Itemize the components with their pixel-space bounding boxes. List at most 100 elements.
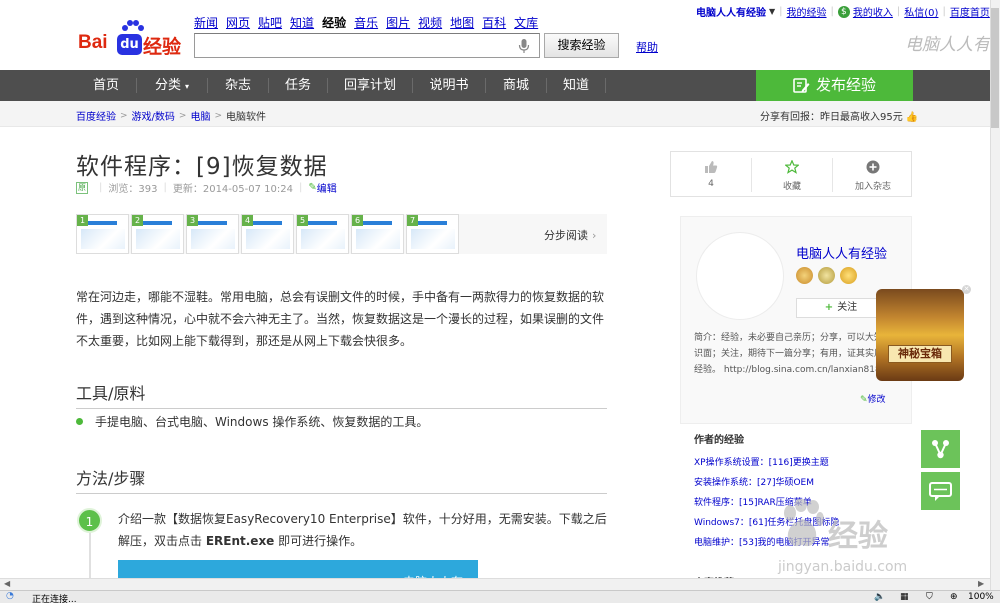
search-button[interactable]: 搜索经验 (544, 33, 619, 58)
article-action-box: 4 收藏 加入杂志 (670, 151, 912, 197)
favorite-label: 收藏 (782, 182, 801, 192)
logo-text-du: du (117, 34, 142, 55)
breadcrumb-games[interactable]: 游戏/数码 (132, 108, 175, 123)
baidu-jingyan-watermark: 经验 jingyan.baidu.com (768, 493, 993, 583)
nav-tasks[interactable]: 任务 (269, 70, 327, 101)
dropdown-arrow-icon[interactable]: ▼ (769, 7, 775, 16)
step-thumbnail[interactable]: 7 (406, 214, 459, 254)
top-nav-jingyan[interactable]: 经验 (322, 14, 346, 31)
baidu-logo[interactable]: Bai du 经验 (76, 18, 186, 60)
nav-home[interactable]: 首页 (76, 70, 136, 101)
treasure-label: 神秘宝箱 (888, 345, 952, 363)
nav-manuals[interactable]: 说明书 (413, 70, 485, 101)
scroll-right-icon[interactable]: ▶ (978, 579, 984, 588)
chevron-right-icon: > (178, 110, 187, 121)
top-nav-images[interactable]: 图片 (386, 14, 410, 31)
top-nav-map[interactable]: 地图 (450, 14, 474, 31)
top-nav-video[interactable]: 视频 (418, 14, 442, 31)
top-nav-web[interactable]: 网页 (226, 14, 250, 31)
publish-experience-button[interactable]: 发布经验 (756, 70, 913, 101)
help-link[interactable]: 帮助 (636, 39, 658, 55)
header: Bai du 经验 新闻 网页 贴吧 知道 经验 音乐 图片 视频 地图 百科 … (0, 0, 990, 70)
step-thumbnail[interactable]: 1 (76, 214, 129, 254)
author-works-title: 作者的经验 (694, 435, 744, 446)
shield-icon[interactable]: ⛉ (926, 592, 936, 602)
vertical-scroll-thumb[interactable] (991, 8, 999, 128)
baidu-paw-icon (784, 499, 824, 547)
top-nav-tieba[interactable]: 贴吧 (258, 14, 282, 31)
nav-mall[interactable]: 商城 (486, 70, 546, 101)
user-name-link[interactable]: 电脑人人有经验 (696, 4, 766, 19)
speaker-icon[interactable]: 🔈 (874, 592, 885, 602)
paw-icon (122, 20, 144, 34)
top-nav-zhidao[interactable]: 知道 (290, 14, 314, 31)
edit-bio-label: 修改 (867, 395, 886, 405)
status-text: 正在连接... (32, 595, 77, 605)
edit-link[interactable]: 编辑 (317, 180, 337, 195)
breadcrumb-jingyan[interactable]: 百度经验 (76, 108, 116, 123)
status-bar: ◔ 正在连接... 🔈 ▦ ⛉ ⊕ 100% (0, 590, 1000, 605)
step-thumbnail[interactable]: 5 (296, 214, 349, 254)
search-input[interactable] (194, 33, 540, 58)
step-view-label: 分步阅读 (544, 229, 588, 242)
plus-icon: + (824, 302, 834, 313)
share-promo-value: 昨日最高收入95元 (820, 112, 903, 123)
treasure-chest-promo[interactable]: 神秘宝箱 ✕ (870, 285, 971, 385)
tool-list-item: 手提电脑、台式电脑、Windows 操作系统、恢复数据的工具。 (76, 413, 428, 430)
zoom-level[interactable]: 100% (968, 592, 994, 602)
publish-label: 发布经验 (815, 76, 876, 94)
share-promo[interactable]: 分享有回报：昨日最高收入95元 👍 (760, 108, 918, 123)
share-icon (932, 440, 949, 459)
tool-item-text: 手提电脑、台式电脑、Windows 操作系统、恢复数据的工具。 (95, 415, 429, 429)
top-nav-music[interactable]: 音乐 (354, 14, 378, 31)
scroll-left-icon[interactable]: ◀ (4, 579, 10, 588)
user-bar: 电脑人人有经验 ▼ | 我的经验 | $ 我的收入 | 私信(0) | 百度首页 (696, 4, 990, 19)
step-thumbnail[interactable]: 4 (241, 214, 294, 254)
nav-zhidao[interactable]: 知道 (547, 70, 605, 101)
vote-count: 4 (708, 179, 714, 189)
my-experience-link[interactable]: 我的经验 (787, 4, 827, 19)
step-1-filename: EREnt.exe (205, 534, 275, 548)
author-avatar[interactable] (696, 232, 784, 320)
top-nav-baike[interactable]: 百科 (482, 14, 506, 31)
microphone-icon[interactable] (518, 38, 530, 54)
step-thumbnail-number: 1 (77, 215, 88, 226)
star-icon (785, 160, 799, 174)
step-thumbnail[interactable]: 6 (351, 214, 404, 254)
zoom-icon[interactable]: ⊕ (950, 592, 960, 602)
add-to-magazine-button[interactable]: 加入杂志 (833, 152, 913, 198)
share-promo-label: 分享有回报： (760, 112, 820, 123)
follow-label: 关注 (837, 302, 858, 313)
baidu-home-link[interactable]: 百度首页 (950, 4, 990, 19)
breadcrumb-computer[interactable]: 电脑 (190, 108, 210, 123)
crown-badge-icon[interactable] (840, 267, 857, 284)
top-nav-news[interactable]: 新闻 (194, 14, 218, 31)
horizontal-scrollbar[interactable]: ◀ ▶ (0, 578, 990, 590)
messages-link[interactable]: 私信(0) (904, 4, 938, 19)
author-bio: 简介：经验，未必要自己亲历；分享，可以大知识面；关注，期待下一篇分享；有用，证其… (694, 333, 884, 375)
original-badge: 原 (76, 181, 88, 194)
my-income-link[interactable]: 我的收入 (853, 4, 893, 19)
step-thumbnail-strip: 1 2 3 4 5 6 7 (76, 214, 607, 254)
top-nav-wenku[interactable]: 文库 (514, 14, 538, 31)
author-name[interactable]: 电脑人人有经验 (796, 243, 887, 262)
article-meta: 原 | 浏览：393 | 更新：2014-05-07 10:24 | ✎ 编辑 (76, 180, 337, 195)
edit-bio-link[interactable]: ✎修改 (860, 392, 886, 405)
step-thumbnail[interactable]: 3 (186, 214, 239, 254)
chevron-down-icon: ▾ (185, 82, 190, 91)
step-thumbnail[interactable]: 2 (131, 214, 184, 254)
network-icon[interactable]: ▦ (900, 592, 910, 602)
nav-share-plan[interactable]: 回享计划 (328, 70, 412, 101)
nav-magazine[interactable]: 杂志 (208, 70, 268, 101)
share-float-button[interactable] (921, 430, 960, 468)
close-icon[interactable]: ✕ (962, 285, 971, 294)
nav-category[interactable]: 分类 ▾ (137, 70, 207, 101)
vote-button[interactable]: 4 (671, 152, 751, 198)
author-work-link[interactable]: 安装操作系统：[27]华硕OEM (694, 475, 814, 488)
favorite-button[interactable]: 收藏 (752, 152, 832, 198)
honor-badge-icon[interactable] (818, 267, 835, 284)
level-badge-icon[interactable] (796, 267, 813, 284)
author-work-link[interactable]: XP操作系统设置：[116]更换主题 (694, 455, 829, 468)
step-view-link[interactable]: 分步阅读 › (544, 227, 596, 243)
step-1-text-a: 介绍一款【数据恢复EasyRecovery10 Enterprise】软件，十分… (118, 512, 607, 548)
